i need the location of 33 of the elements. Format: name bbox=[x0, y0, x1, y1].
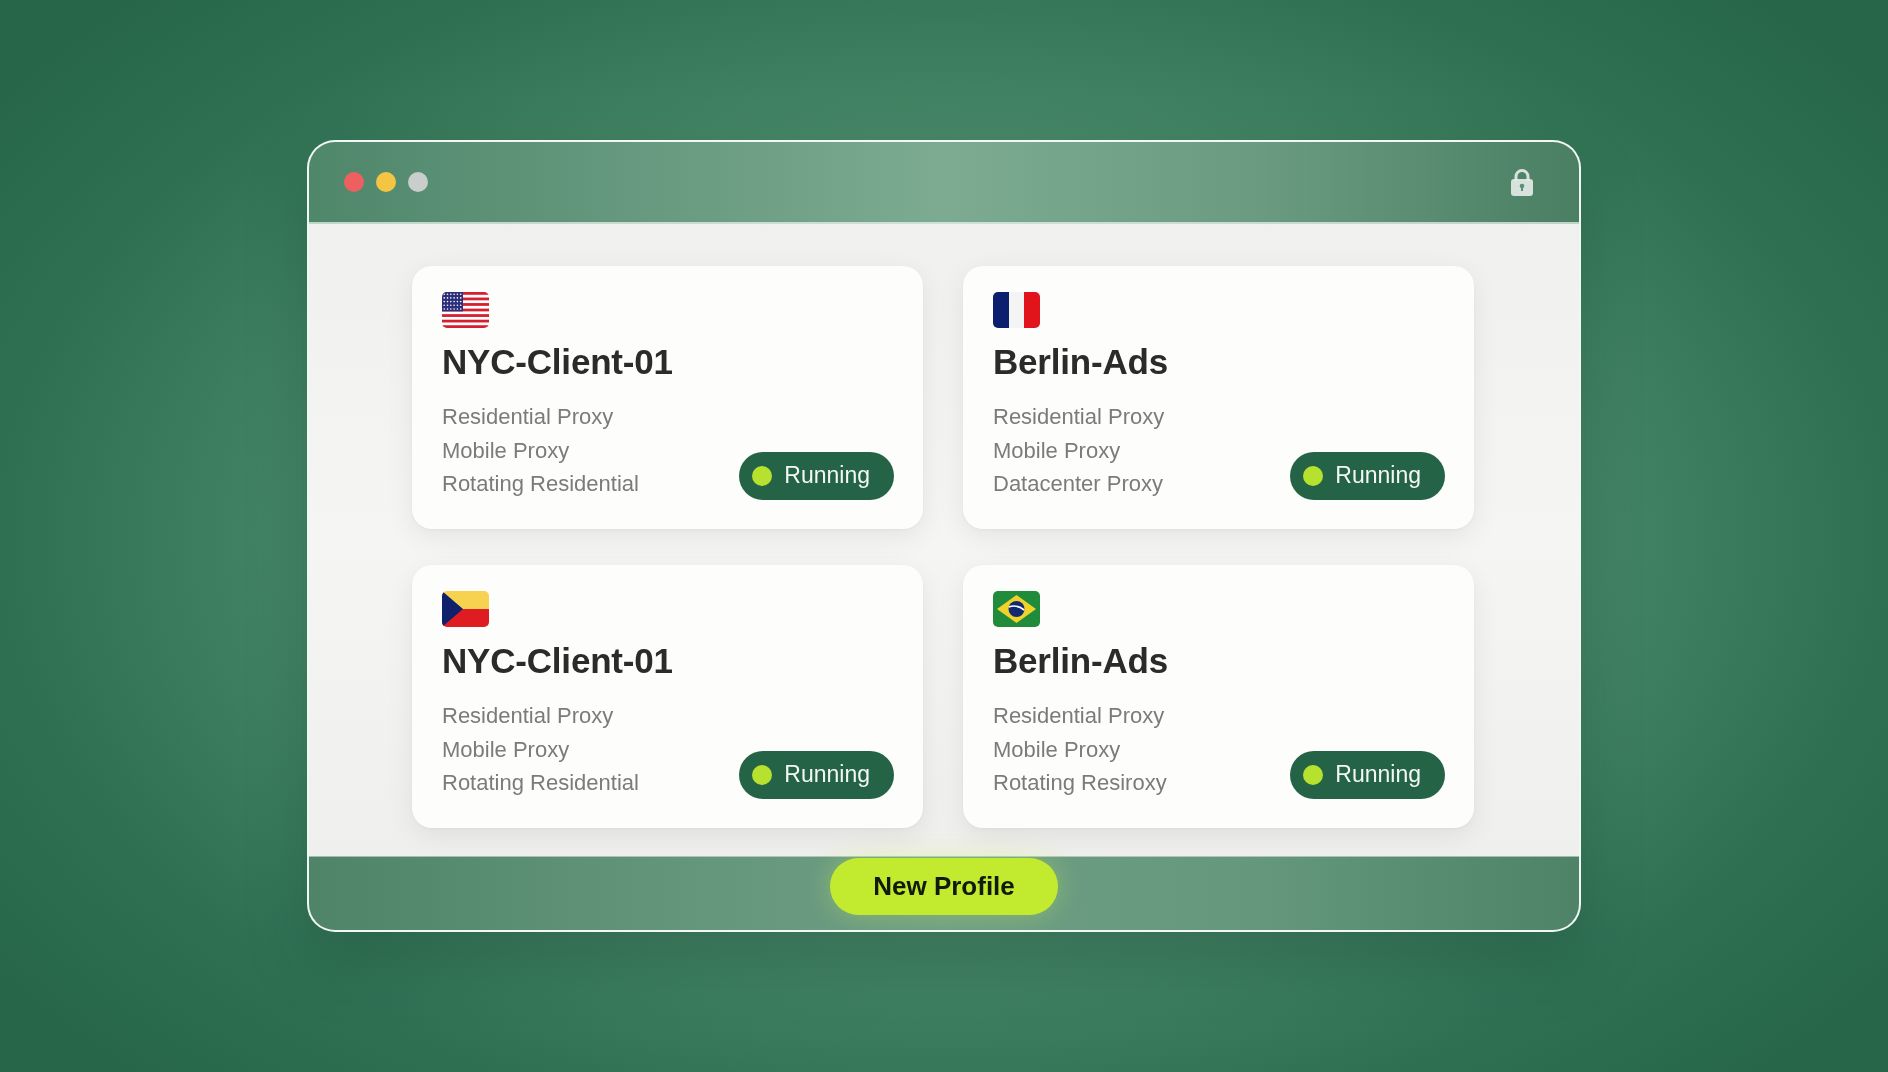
proxy-type: Rotating Resiroxy bbox=[993, 769, 1167, 797]
proxy-type: Residential Proxy bbox=[442, 403, 615, 431]
proxy-type: Residential Proxy bbox=[442, 702, 615, 730]
window-dot-icon[interactable] bbox=[376, 172, 396, 192]
profile-name: NYC-Client-01 bbox=[442, 640, 674, 682]
status-label: Running bbox=[1335, 464, 1421, 487]
profile-name: NYC-Client-01 bbox=[442, 341, 674, 383]
proxy-type: Rotating Residential bbox=[442, 470, 639, 498]
status-dot-icon bbox=[752, 465, 773, 486]
status-dot-icon bbox=[752, 764, 773, 785]
lock-icon bbox=[1511, 168, 1533, 196]
new-profile-button[interactable]: New Profile bbox=[830, 858, 1058, 915]
status-label: Running bbox=[784, 763, 870, 786]
brazil-flag-icon bbox=[993, 591, 1040, 627]
proxy-type: Mobile Proxy bbox=[993, 436, 1122, 465]
status-dot-icon bbox=[1303, 764, 1324, 785]
flag-icon bbox=[442, 591, 489, 627]
profile-name: Berlin-Ads bbox=[993, 341, 1169, 383]
profile-name: Berlin-Ads bbox=[993, 640, 1169, 682]
us-flag-icon bbox=[442, 292, 489, 328]
france-flag-icon bbox=[993, 292, 1040, 328]
window-dot-icon[interactable] bbox=[408, 172, 428, 192]
proxy-type: Mobile Proxy bbox=[442, 436, 571, 465]
proxy-type: Mobile Proxy bbox=[993, 735, 1122, 764]
window-dot-icon[interactable] bbox=[344, 172, 364, 192]
proxy-type: Residential Proxy bbox=[993, 702, 1166, 730]
proxy-type: Mobile Proxy bbox=[442, 735, 571, 764]
proxy-type: Datacenter Proxy bbox=[993, 470, 1164, 498]
proxy-type: Residential Proxy bbox=[993, 403, 1165, 431]
proxy-type: Rotating Residential bbox=[442, 769, 639, 797]
status-label: Running bbox=[1335, 763, 1421, 786]
status-label: Running bbox=[784, 464, 870, 487]
status-dot-icon bbox=[1303, 465, 1324, 486]
